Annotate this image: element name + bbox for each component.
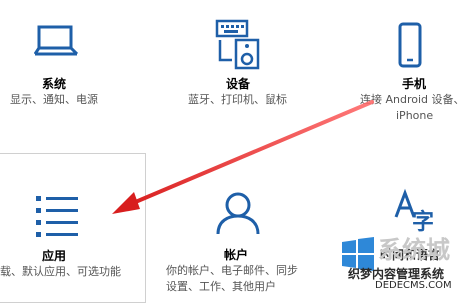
watermark-logo-text: 系统城 bbox=[378, 236, 450, 264]
tile-accounts-desc-line1: 你的帐户、电子邮件、同步 bbox=[166, 264, 298, 277]
watermark-text-line2: DEDECMS.COM bbox=[375, 280, 452, 291]
tile-devices-desc: 蓝牙、打印机、鼠标 bbox=[188, 93, 287, 106]
tile-system-desc: 显示、通知、电源 bbox=[10, 93, 98, 106]
tile-phone-title: 手机 bbox=[402, 77, 427, 91]
tile-apps-title: 应用 bbox=[42, 249, 67, 263]
tile-devices-title: 设备 bbox=[226, 77, 251, 91]
tile-phone[interactable]: 手机 连接 Android 设备、 iPhone bbox=[330, 0, 471, 150]
tile-devices[interactable]: 设备 蓝牙、打印机、鼠标 bbox=[160, 0, 310, 150]
tile-system[interactable]: 系统 显示、通知、电源 bbox=[0, 0, 150, 150]
person-icon bbox=[216, 192, 260, 235]
tile-system-title: 系统 bbox=[42, 77, 67, 91]
tile-phone-desc-line1: 连接 Android 设备、 bbox=[360, 93, 465, 106]
tile-apps-desc: 载、默认应用、可选功能 bbox=[0, 265, 121, 278]
tile-apps[interactable]: 应用 载、默认应用、可选功能 bbox=[0, 153, 146, 303]
tile-accounts-title: 帐户 bbox=[224, 248, 249, 262]
tile-accounts-desc-line2: 设置、工作、其他用户 bbox=[166, 280, 276, 293]
tile-phone-desc-line2: iPhone bbox=[396, 109, 434, 122]
time-language-icon: 字 bbox=[394, 188, 434, 235]
apps-list-icon bbox=[36, 196, 78, 237]
tile-accounts[interactable]: 帐户 你的帐户、电子邮件、同步 设置、工作、其他用户 bbox=[160, 155, 320, 299]
devices-icon bbox=[215, 19, 260, 70]
phone-icon bbox=[398, 22, 422, 68]
laptop-icon bbox=[34, 25, 78, 56]
